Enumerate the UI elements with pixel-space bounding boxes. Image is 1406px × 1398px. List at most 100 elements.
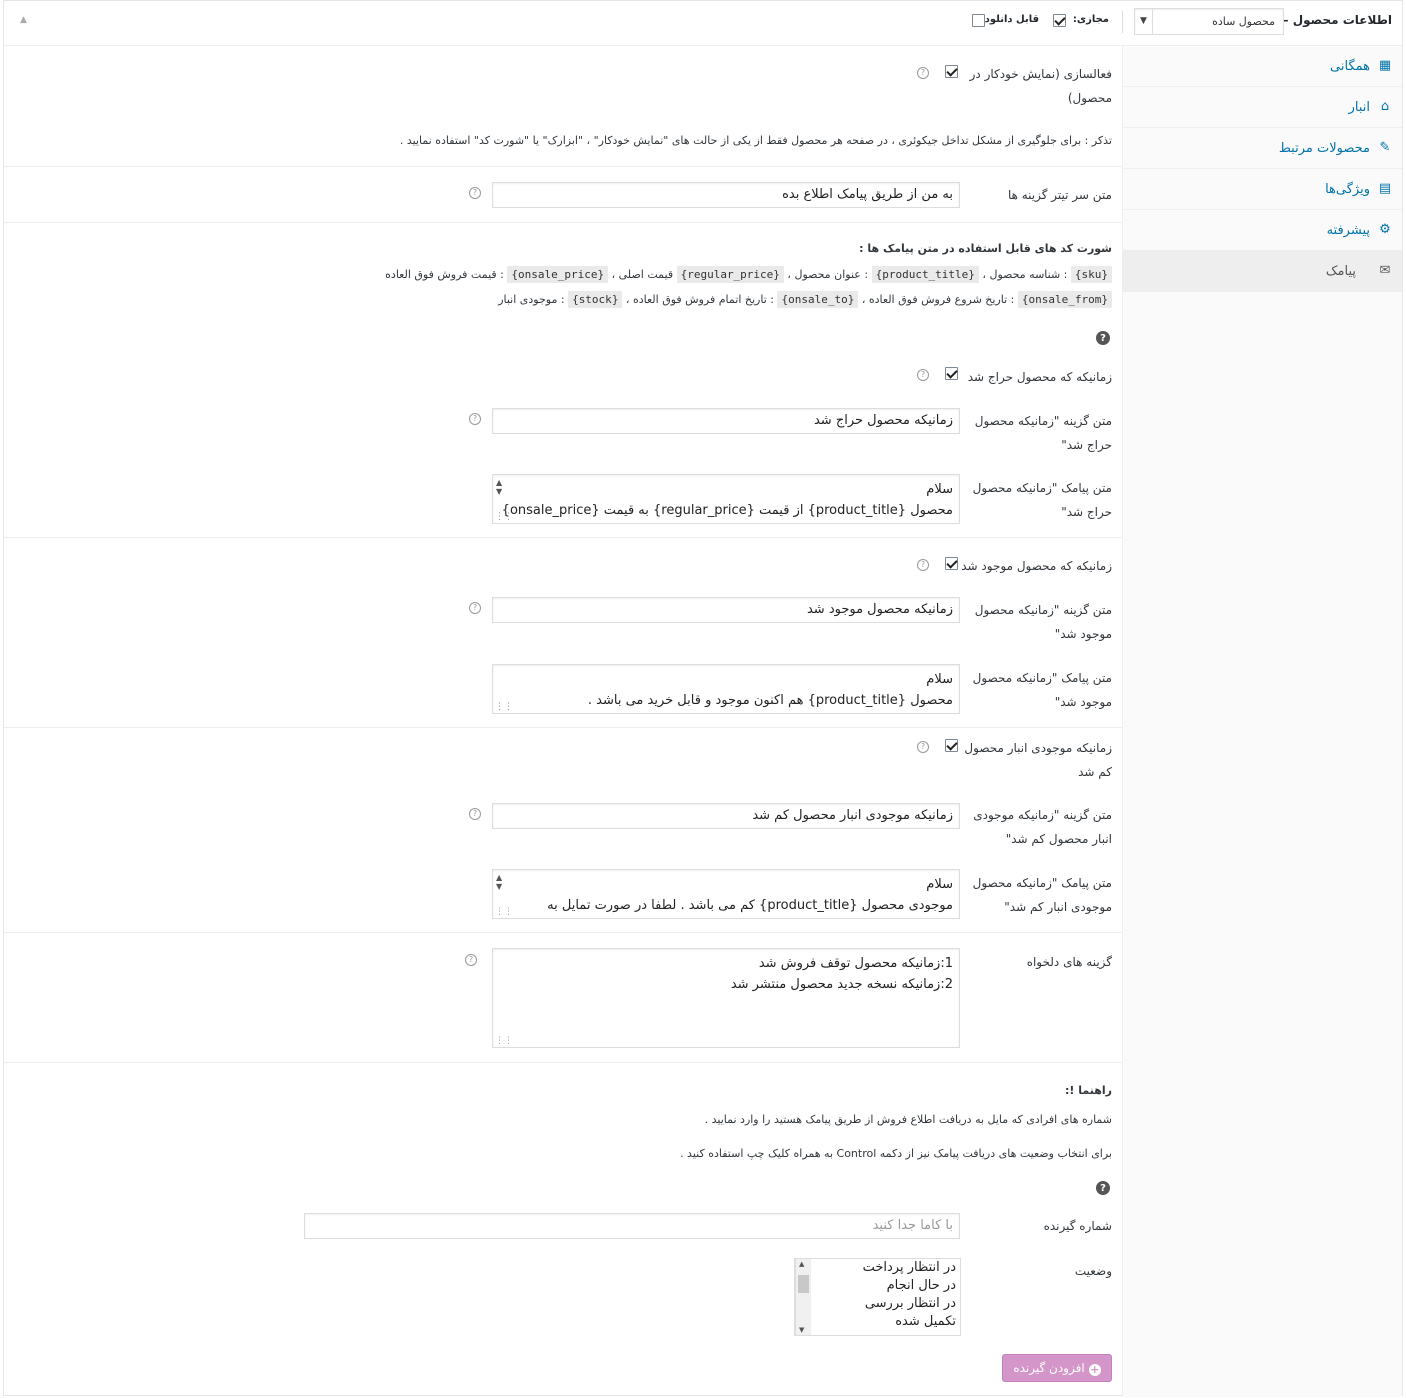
guide-line-1: شماره های افرادی که مایل به دریافت اطلاع… xyxy=(704,1113,1112,1126)
tab-label: ویژگی‌ها xyxy=(1325,182,1370,197)
tab-advanced[interactable]: ⚙ پیشرفته xyxy=(1123,210,1402,251)
header-text-label: متن سر تیتر گزینه ها xyxy=(1007,188,1112,202)
help-icon[interactable]: ? xyxy=(465,954,477,966)
help-icon[interactable]: ? xyxy=(469,808,481,820)
auto-display-checkbox[interactable] xyxy=(945,65,958,78)
product-type-value: محصول ساده xyxy=(1212,15,1275,28)
tab-general[interactable]: ▦ همگانی xyxy=(1123,46,1402,87)
help-icon[interactable]: ? xyxy=(917,559,929,571)
custom-option-line: 2:زمانیکه نسخه جدید محصول منتشر شد xyxy=(730,977,953,992)
lowstock-checkbox[interactable] xyxy=(945,739,958,752)
resize-grip-icon[interactable]: ⋮⋮ xyxy=(495,703,513,712)
scroll-arrows-icon[interactable]: ▲ ▼ xyxy=(496,873,502,891)
status-label: وضعیت xyxy=(1074,1264,1112,1278)
listbox-scrollbar[interactable]: ▲ ▼ xyxy=(795,1259,811,1335)
header-text-input[interactable]: به من از طریق پیامک اطلاع بده xyxy=(492,182,960,208)
shortcodes-title: شورت کد های قابل استفاده در متن پیامک ها… xyxy=(859,242,1112,255)
tab-attributes[interactable]: ▤ ویژگی‌ها xyxy=(1123,169,1402,210)
shortcodes-line-2: {onsale_from} : تاریخ شروع فروش فوق العا… xyxy=(498,291,1112,308)
shortcode-desc: قیمت اصلی ، xyxy=(608,268,677,281)
tab-label: همگانی xyxy=(1330,59,1370,74)
resize-grip-icon[interactable]: ⋮⋮ xyxy=(495,908,513,917)
product-data-tabs: ▦ همگانی ⌂ انبار ✎ محصولات مرتبط ▤ ویژگی… xyxy=(1122,46,1402,1397)
onsale-sms-label-cont: حراج شد" xyxy=(1061,505,1112,519)
link-icon: ✎ xyxy=(1379,140,1391,155)
recipient-input[interactable]: با کاما جدا کنید xyxy=(304,1213,960,1239)
divider xyxy=(4,537,1123,538)
status-option[interactable]: تکمیل شده xyxy=(795,1313,960,1331)
shortcode-desc: : تاریخ اتمام فروش فوق العاده ، xyxy=(622,293,778,306)
guide-title: راهنما !: xyxy=(1065,1084,1112,1097)
instock-option-input[interactable]: زمانیکه محصول موجود شد xyxy=(492,597,960,623)
shortcode: {onsale_price} xyxy=(507,266,609,283)
status-option[interactable]: در حال انجام xyxy=(795,1277,960,1295)
instock-toggle-label: زمانیکه که محصول موجود شد xyxy=(961,559,1112,573)
shortcode-desc: : تاریخ شروع فروش فوق العاده ، xyxy=(858,293,1018,306)
shortcode-desc: : موجودی انبار xyxy=(498,293,569,306)
auto-display-note: تذکر : برای جلوگیری از مشکل تداخل جیکوئر… xyxy=(399,134,1112,147)
auto-display-label-cont: محصول) xyxy=(1067,91,1112,105)
tab-sms[interactable]: ✉ پیامک xyxy=(1123,251,1402,292)
instock-option-label-cont: موجود شد" xyxy=(1054,627,1112,641)
help-icon[interactable]: ? xyxy=(917,67,929,79)
sms-panel: فعالسازی (نمایش خودکار در محصول) ? تذکر … xyxy=(4,46,1123,1397)
virtual-checkbox[interactable] xyxy=(1053,14,1066,27)
help-icon[interactable]: ? xyxy=(917,369,929,381)
resize-grip-icon[interactable]: ⋮⋮ xyxy=(495,1037,513,1046)
collapse-toggle-icon[interactable]: ▲ xyxy=(20,15,27,25)
scrollbar-thumb[interactable] xyxy=(798,1275,809,1293)
instock-sms-label-cont: موجود شد" xyxy=(1054,695,1112,709)
tab-label: پیامک xyxy=(1325,264,1356,279)
lowstock-option-label: متن گزینه "زمانیکه موجودی xyxy=(973,808,1112,822)
help-icon[interactable]: ? xyxy=(917,741,929,753)
shortcode: {regular_price} xyxy=(676,266,784,283)
instock-checkbox[interactable] xyxy=(945,557,958,570)
help-icon[interactable]: ? xyxy=(469,187,481,199)
mail-icon: ✉ xyxy=(1379,263,1391,278)
tab-linked-products[interactable]: ✎ محصولات مرتبط xyxy=(1123,128,1402,169)
lowstock-option-input[interactable]: زمانیکه موجودی انبار محصول کم شد xyxy=(492,803,960,829)
onsale-option-label-cont: حراج شد" xyxy=(1061,438,1112,452)
shortcodes-line-1: {sku} : شناسه محصول ، {product_title} : … xyxy=(385,266,1112,283)
tab-label: انبار xyxy=(1348,100,1370,115)
metabox-title: اطلاعات محصول — xyxy=(1276,13,1392,27)
status-listbox[interactable]: در انتظار پرداخت در حال انجام در انتظار … xyxy=(794,1258,961,1336)
help-icon[interactable]: ? xyxy=(469,602,481,614)
resize-grip-icon[interactable]: ⋮⋮ xyxy=(495,513,513,522)
status-option[interactable]: در انتظار پرداخت xyxy=(795,1259,960,1277)
attributes-icon: ▤ xyxy=(1378,181,1392,196)
status-option[interactable]: در انتظار بررسی xyxy=(795,1295,960,1313)
chevron-down-icon: ▼ xyxy=(1135,9,1153,34)
instock-sms-textarea[interactable]: سلام محصول {product_title} هم اکنون موجو… xyxy=(492,664,960,714)
virtual-label: مجازی: xyxy=(1072,14,1109,25)
sms-line: سلام xyxy=(926,672,953,687)
help-icon[interactable]: ? xyxy=(1096,331,1110,345)
shortcode-desc: : قیمت فروش فوق العاده xyxy=(385,268,508,281)
scroll-arrows-icon[interactable]: ▲ ▼ xyxy=(496,478,502,496)
onsale-sms-textarea[interactable]: سلام محصول {product_title} از قیمت {regu… xyxy=(492,474,960,524)
sms-line: محصول {product_title} از قیمت {regular_p… xyxy=(501,503,953,518)
lowstock-sms-textarea[interactable]: سلام موجودی محصول {product_title} کم می … xyxy=(492,869,960,919)
shortcode: {onsale_to} xyxy=(777,291,859,308)
lowstock-toggle-label: زمانیکه موجودی انبار محصول xyxy=(964,741,1112,755)
divider xyxy=(4,932,1123,933)
general-icon: ▦ xyxy=(1378,58,1392,73)
shortcode: {sku} xyxy=(1070,266,1112,283)
help-icon[interactable]: ? xyxy=(469,413,481,425)
help-icon[interactable]: ? xyxy=(1096,1181,1110,1195)
product-type-select[interactable]: محصول ساده ▼ xyxy=(1134,8,1284,35)
custom-options-textarea[interactable]: 1:زمانیکه محصول توقف فروش شد 2:زمانیکه ن… xyxy=(492,948,960,1048)
scroll-down-icon[interactable]: ▼ xyxy=(799,1326,804,1334)
instock-sms-label: متن پیامک "زمانیکه محصول xyxy=(972,671,1112,685)
onsale-checkbox[interactable] xyxy=(945,367,958,380)
shortcode-desc: : عنوان محصول ، xyxy=(783,268,872,281)
onsale-option-input[interactable]: زمانیکه محصول حراج شد xyxy=(492,408,960,434)
metabox-header: اطلاعات محصول — محصول ساده ▼ مجازی: قابل… xyxy=(4,1,1402,46)
add-recipient-button[interactable]: +افزودن گیرنده xyxy=(1002,1354,1112,1382)
scroll-up-icon[interactable]: ▲ xyxy=(799,1260,804,1268)
recipient-label: شماره گیرنده xyxy=(1043,1219,1112,1233)
lowstock-toggle-label-cont: کم شد xyxy=(1078,765,1112,779)
custom-option-line: 1:زمانیکه محصول توقف فروش شد xyxy=(758,956,953,971)
tab-inventory[interactable]: ⌂ انبار xyxy=(1123,87,1402,128)
downloadable-checkbox[interactable] xyxy=(972,14,985,27)
